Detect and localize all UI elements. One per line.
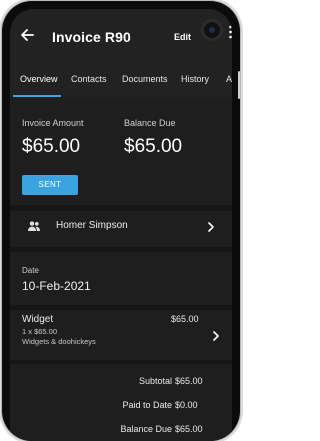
balance-due-total-value: $65.00: [175, 424, 203, 434]
tab-overview[interactable]: Overview: [20, 61, 58, 97]
chevron-right-icon: [208, 222, 214, 232]
invoice-amount-label: Invoice Amount: [22, 118, 84, 128]
tab-bar: Overview Contacts Documents History Ac: [10, 61, 232, 97]
line-item-name: Widget: [22, 314, 54, 325]
totals-section: Subtotal $65.00 Paid to Date $0.00 Balan…: [10, 367, 232, 434]
client-name: Homer Simpson: [56, 220, 128, 231]
invoice-amount-value: $65.00: [22, 136, 81, 157]
line-item-amount: $65.00: [171, 314, 199, 324]
phone-side-button: [238, 71, 240, 99]
line-item-quantity-price: 1 x $65.00: [22, 327, 58, 336]
subtotal-label: Subtotal: [138, 376, 172, 386]
section-divider: [10, 360, 232, 364]
balance-due-total-label: Balance Due: [120, 424, 172, 434]
invoice-summary: Invoice Amount $65.00 Balance Due $65.00…: [10, 97, 232, 203]
paid-to-date-value: $0.00: [175, 400, 198, 410]
people-icon: [28, 221, 40, 231]
balance-due-label: Balance Due: [124, 118, 176, 128]
tab-contacts[interactable]: Contacts: [71, 61, 107, 97]
more-vert-icon[interactable]: [229, 25, 232, 39]
tab-history[interactable]: History: [181, 61, 209, 97]
line-item-description: Widgets & doohickeys: [22, 337, 96, 346]
date-value: 10-Feb-2021: [22, 279, 91, 293]
tab-activity[interactable]: Ac: [226, 61, 232, 97]
section-divider: [10, 305, 232, 310]
chevron-right-icon: [213, 331, 219, 341]
line-item-row[interactable]: Widget 1 x $65.00 Widgets & doohickeys $…: [10, 311, 232, 363]
status-badge: SENT: [22, 175, 78, 195]
date-label: Date: [22, 266, 39, 275]
edit-button[interactable]: Edit: [174, 32, 191, 42]
balance-due-value: $65.00: [124, 136, 183, 157]
app-bar: Invoice R90 Edit: [10, 9, 232, 61]
phone-frame: Invoice R90 Edit Overview Contacts Docum…: [2, 1, 240, 441]
date-field: Date 10-Feb-2021: [10, 252, 232, 300]
page-title: Invoice R90: [52, 29, 131, 45]
app-screen: Invoice R90 Edit Overview Contacts Docum…: [10, 9, 232, 441]
client-row[interactable]: Homer Simpson: [10, 210, 232, 244]
front-camera: [204, 22, 220, 38]
paid-to-date-label: Paid to Date: [122, 400, 172, 410]
tab-documents[interactable]: Documents: [122, 61, 168, 97]
back-arrow-icon[interactable]: [19, 27, 35, 43]
subtotal-value: $65.00: [175, 376, 203, 386]
